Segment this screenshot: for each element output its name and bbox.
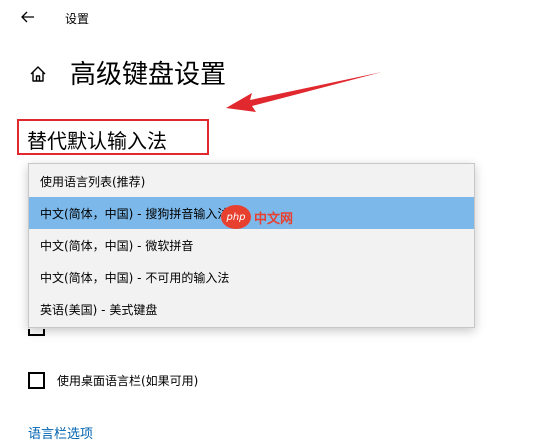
desktop-language-bar-row[interactable]: 使用桌面语言栏(如果可用) [28, 372, 198, 389]
home-button[interactable] [26, 62, 50, 86]
dropdown-option[interactable]: 英语(美国) - 美式键盘 [29, 293, 474, 325]
language-bar-options-link[interactable]: 语言栏选项 [28, 423, 93, 442]
desktop-language-bar-checkbox[interactable] [28, 372, 45, 389]
back-button[interactable] [14, 6, 42, 28]
title-bar: 设置 [0, 0, 538, 34]
home-icon [30, 66, 46, 82]
dropdown-option-label: 英语(美国) - 美式键盘 [40, 302, 158, 317]
dropdown-option[interactable]: 中文(简体，中国) - 不可用的输入法 [29, 261, 474, 293]
page-title: 高级键盘设置 [70, 60, 227, 90]
dropdown-option[interactable]: 中文(简体，中国) - 微软拼音 [29, 229, 474, 261]
input-method-dropdown-list[interactable]: 使用语言列表(推荐) 中文(简体，中国) - 搜狗拼音输入法 中文(简体，中国)… [28, 163, 475, 328]
window-title: 设置 [65, 12, 90, 26]
dropdown-option[interactable]: 使用语言列表(推荐) [29, 165, 474, 197]
back-arrow-icon [21, 11, 34, 23]
hidden-checkbox[interactable] [28, 329, 45, 336]
desktop-language-bar-label: 使用桌面语言栏(如果可用) [57, 374, 199, 388]
watermark-text: 中文网 [254, 211, 294, 227]
watermark-logo: php [221, 205, 251, 229]
dropdown-option-label: 中文(简体，中国) - 微软拼音 [40, 238, 194, 253]
dropdown-option-label: 使用语言列表(推荐) [40, 174, 146, 189]
watermark: php 中文网 [221, 205, 293, 229]
annotation-highlight-box [17, 119, 209, 155]
dropdown-option-label: 中文(简体，中国) - 不可用的输入法 [40, 270, 230, 285]
dropdown-option-label: 中文(简体，中国) - 搜狗拼音输入法 [40, 206, 230, 221]
